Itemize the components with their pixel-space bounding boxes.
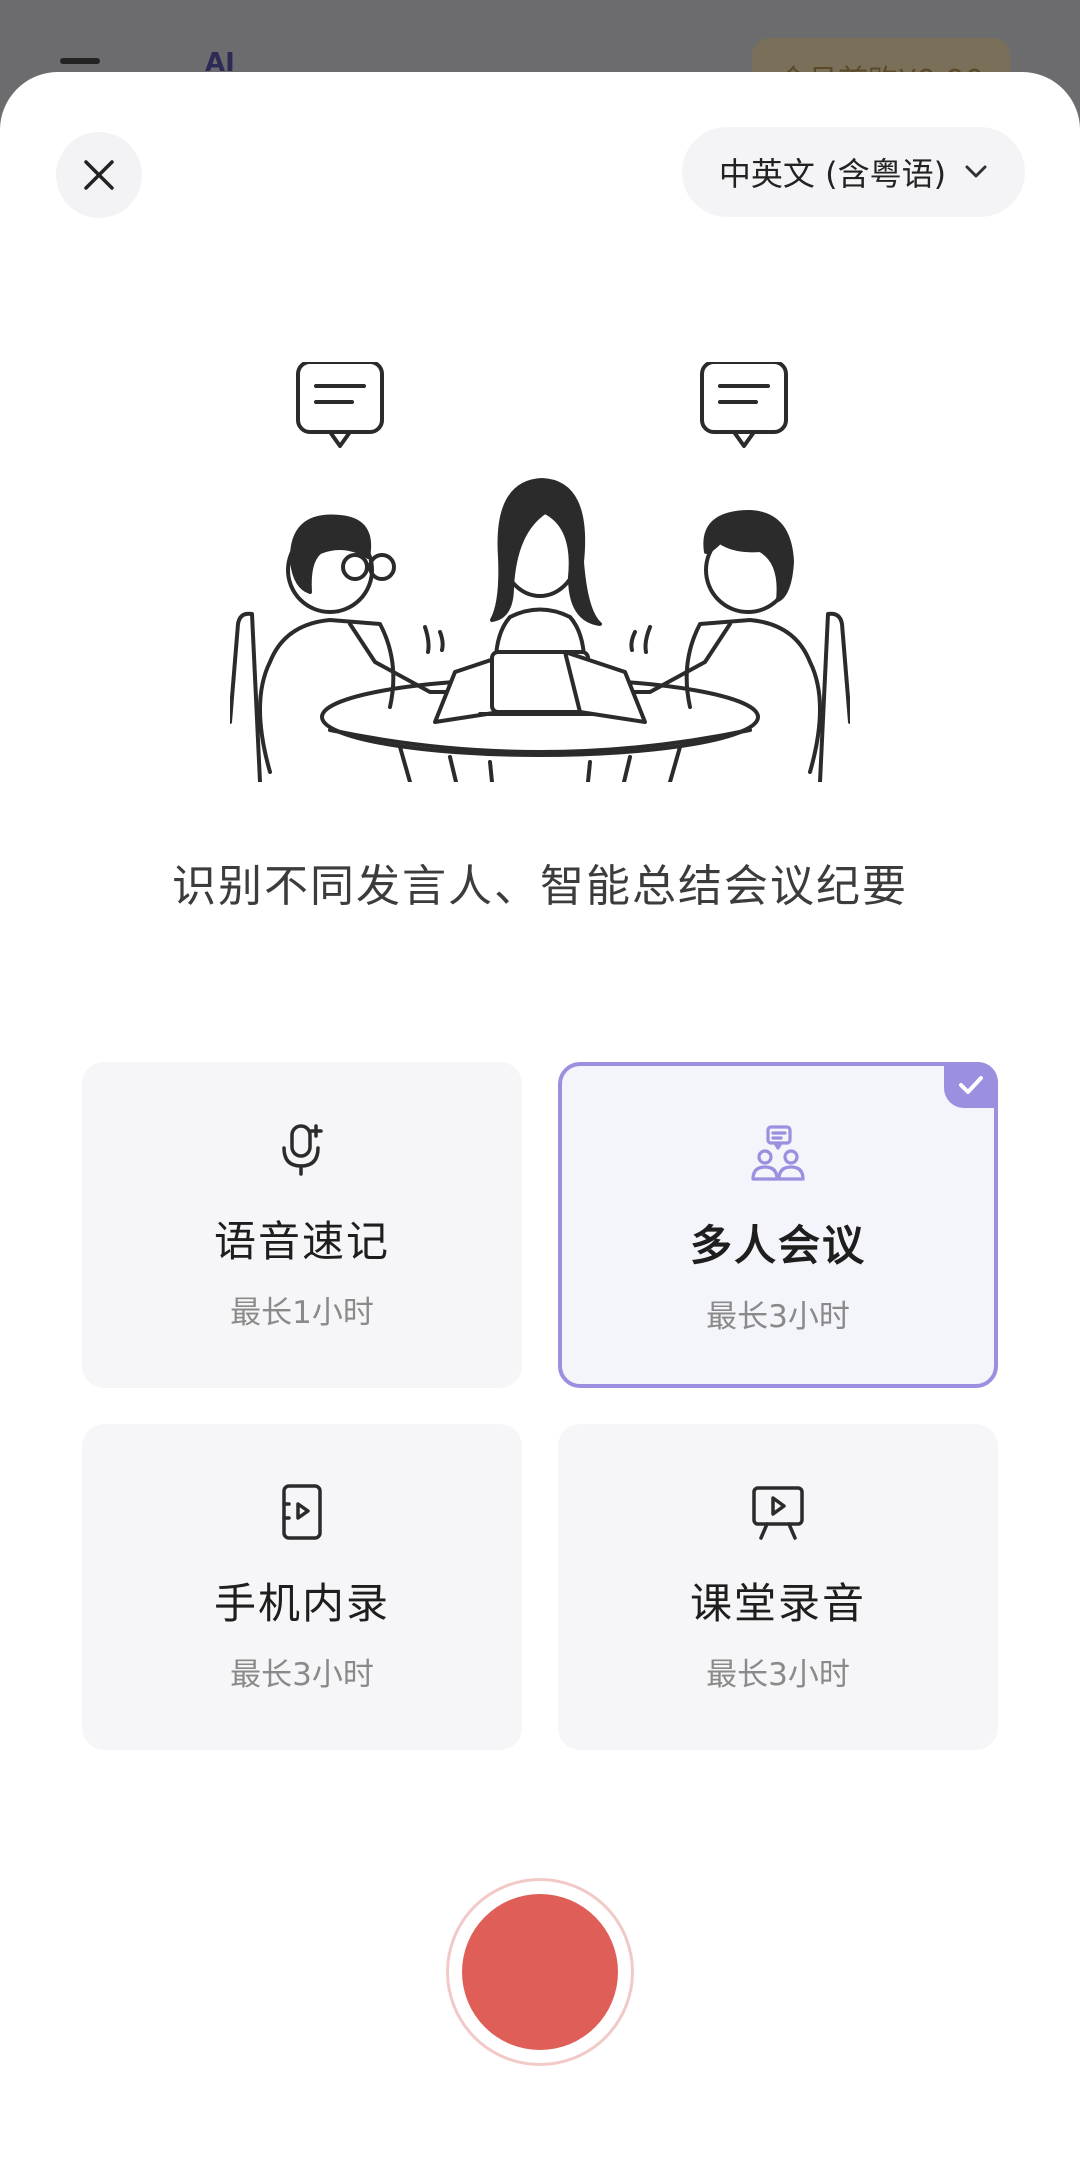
mode-title: 课堂录音	[689, 1579, 866, 1628]
menu-icon	[60, 58, 100, 64]
mode-card-classroom[interactable]: 课堂录音 最长3小时	[558, 1424, 998, 1750]
mode-duration: 最长3小时	[230, 1657, 374, 1693]
mode-duration: 最长1小时	[230, 1295, 374, 1331]
close-button[interactable]	[56, 132, 142, 218]
chevron-down-icon	[965, 165, 987, 178]
mode-card-phone-internal[interactable]: 手机内录 最长3小时	[82, 1424, 522, 1750]
language-label: 中英文 (含粤语)	[718, 155, 947, 193]
presentation-board-icon	[748, 1482, 808, 1542]
close-icon	[84, 160, 114, 190]
checkmark-icon	[944, 1062, 998, 1108]
mode-card-voice-memo[interactable]: 语音速记 最长1小时	[82, 1062, 522, 1388]
record-icon	[462, 1894, 618, 2050]
people-chat-icon	[748, 1124, 808, 1184]
mode-card-meeting[interactable]: 多人会议 最长3小时	[558, 1062, 998, 1388]
record-button[interactable]	[446, 1878, 634, 2066]
mode-duration: 最长3小时	[706, 1657, 850, 1693]
mode-title: 多人会议	[689, 1221, 866, 1270]
meeting-illustration	[230, 362, 850, 782]
language-select[interactable]: 中英文 (含粤语)	[682, 127, 1025, 217]
recording-mode-sheet: 中英文 (含粤语) 识别不同发言人、智能总结会议纪要 语音速记 最长1小时 多人…	[0, 72, 1080, 2179]
feature-tagline: 识别不同发言人、智能总结会议纪要	[172, 861, 908, 912]
microphone-icon	[272, 1120, 332, 1180]
mode-title: 语音速记	[213, 1217, 390, 1266]
mode-duration: 最长3小时	[706, 1299, 850, 1335]
phone-play-icon	[272, 1482, 332, 1542]
mode-title: 手机内录	[213, 1579, 390, 1628]
